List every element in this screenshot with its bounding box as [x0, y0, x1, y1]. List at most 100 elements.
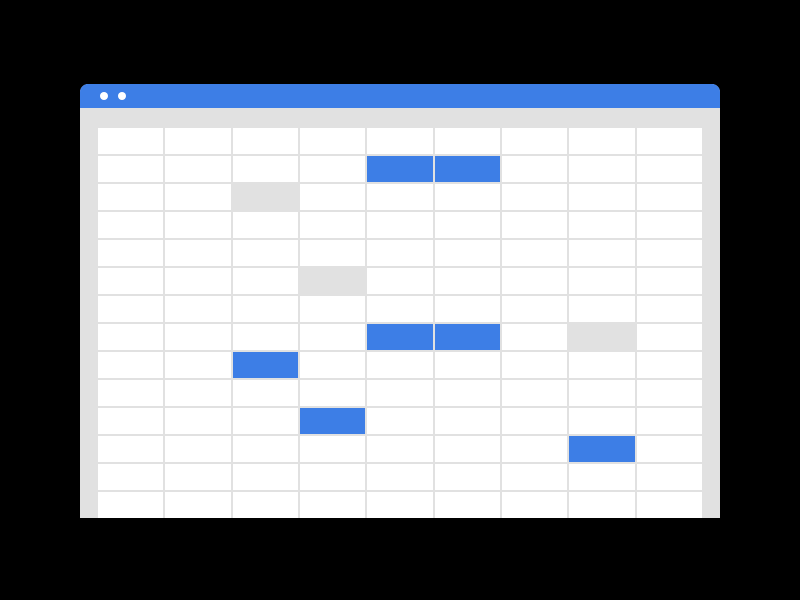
cell[interactable] [435, 240, 500, 266]
cell[interactable] [233, 352, 298, 378]
cell[interactable] [98, 436, 163, 462]
cell[interactable] [300, 436, 365, 462]
cell[interactable] [233, 464, 298, 490]
cell[interactable] [367, 268, 432, 294]
cell[interactable] [502, 464, 567, 490]
cell[interactable] [637, 436, 702, 462]
cell[interactable] [569, 380, 634, 406]
cell[interactable] [165, 212, 230, 238]
cell[interactable] [569, 296, 634, 322]
cell[interactable] [569, 408, 634, 434]
cell[interactable] [300, 352, 365, 378]
cell[interactable] [502, 128, 567, 154]
cell[interactable] [367, 380, 432, 406]
cell[interactable] [98, 156, 163, 182]
cell[interactable] [98, 268, 163, 294]
cell[interactable] [300, 240, 365, 266]
window-control-dot-icon[interactable] [100, 92, 108, 100]
cell[interactable] [569, 352, 634, 378]
cell[interactable] [637, 352, 702, 378]
cell[interactable] [165, 324, 230, 350]
cell[interactable] [435, 212, 500, 238]
cell[interactable] [98, 184, 163, 210]
cell[interactable] [637, 184, 702, 210]
cell[interactable] [165, 464, 230, 490]
cell[interactable] [367, 464, 432, 490]
cell[interactable] [98, 492, 163, 518]
cell[interactable] [367, 436, 432, 462]
cell[interactable] [637, 128, 702, 154]
cell[interactable] [165, 352, 230, 378]
cell[interactable] [569, 464, 634, 490]
cell[interactable] [98, 324, 163, 350]
cell[interactable] [165, 408, 230, 434]
cell[interactable] [637, 212, 702, 238]
cell[interactable] [502, 184, 567, 210]
cell[interactable] [233, 408, 298, 434]
cell[interactable] [502, 324, 567, 350]
cell[interactable] [569, 436, 634, 462]
cell[interactable] [233, 212, 298, 238]
cell[interactable] [300, 184, 365, 210]
cell[interactable] [98, 352, 163, 378]
cell[interactable] [569, 156, 634, 182]
cell[interactable] [502, 156, 567, 182]
cell[interactable] [233, 380, 298, 406]
cell[interactable] [233, 492, 298, 518]
cell[interactable] [435, 324, 500, 350]
cell[interactable] [502, 352, 567, 378]
cell[interactable] [435, 268, 500, 294]
cell[interactable] [300, 380, 365, 406]
cell[interactable] [637, 380, 702, 406]
cell[interactable] [300, 296, 365, 322]
cell[interactable] [165, 128, 230, 154]
cell[interactable] [300, 156, 365, 182]
cell[interactable] [569, 324, 634, 350]
cell[interactable] [637, 240, 702, 266]
cell[interactable] [233, 296, 298, 322]
cell[interactable] [233, 156, 298, 182]
cell[interactable] [502, 212, 567, 238]
spreadsheet-grid[interactable] [98, 128, 702, 518]
cell[interactable] [435, 128, 500, 154]
window-control-dot-icon[interactable] [118, 92, 126, 100]
cell[interactable] [637, 492, 702, 518]
cell[interactable] [233, 268, 298, 294]
cell[interactable] [435, 296, 500, 322]
cell[interactable] [367, 212, 432, 238]
cell[interactable] [435, 184, 500, 210]
cell[interactable] [569, 268, 634, 294]
cell[interactable] [435, 436, 500, 462]
cell[interactable] [98, 408, 163, 434]
cell[interactable] [367, 296, 432, 322]
cell[interactable] [300, 268, 365, 294]
cell[interactable] [367, 324, 432, 350]
cell[interactable] [502, 296, 567, 322]
cell[interactable] [233, 436, 298, 462]
cell[interactable] [502, 408, 567, 434]
cell[interactable] [502, 268, 567, 294]
cell[interactable] [637, 268, 702, 294]
cell[interactable] [300, 128, 365, 154]
cell[interactable] [569, 240, 634, 266]
cell[interactable] [165, 436, 230, 462]
cell[interactable] [569, 128, 634, 154]
cell[interactable] [300, 212, 365, 238]
cell[interactable] [367, 492, 432, 518]
cell[interactable] [502, 436, 567, 462]
cell[interactable] [569, 492, 634, 518]
cell[interactable] [435, 464, 500, 490]
cell[interactable] [300, 464, 365, 490]
cell[interactable] [98, 380, 163, 406]
cell[interactable] [98, 464, 163, 490]
cell[interactable] [165, 296, 230, 322]
cell[interactable] [98, 128, 163, 154]
cell[interactable] [637, 296, 702, 322]
cell[interactable] [300, 492, 365, 518]
cell[interactable] [98, 212, 163, 238]
cell[interactable] [569, 212, 634, 238]
cell[interactable] [435, 380, 500, 406]
cell[interactable] [637, 324, 702, 350]
cell[interactable] [300, 324, 365, 350]
cell[interactable] [233, 240, 298, 266]
